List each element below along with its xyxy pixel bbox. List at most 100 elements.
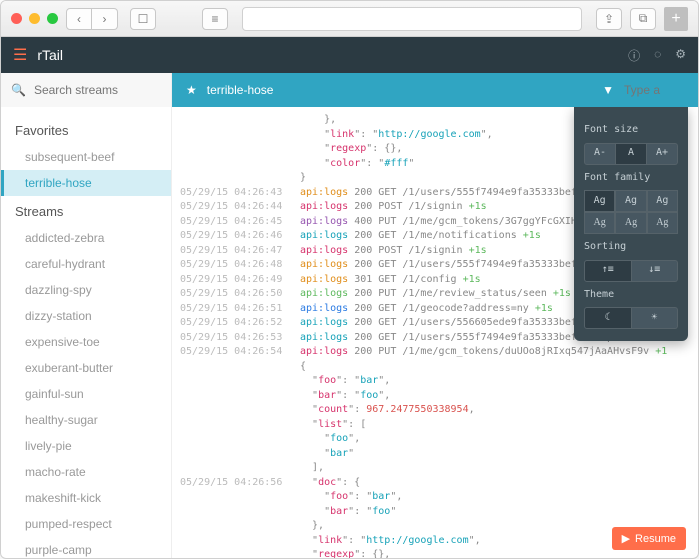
browser-window: ‹ › ☐ ≡ ⇪ ⧉ + ☰ rTail ⓘ ◌ ⚙ 🔍 ★ terrible… <box>0 0 699 559</box>
log-line: "foo", <box>172 432 698 447</box>
log-pane: }, "link": "http://google.com", "regexp"… <box>172 107 698 558</box>
sidebar-item-careful-hydrant[interactable]: careful-hydrant <box>1 251 171 277</box>
font-family-4[interactable]: Ag <box>615 212 646 234</box>
sort-desc-button[interactable]: ↓≡ <box>632 260 679 282</box>
font-size-A[interactable]: A <box>616 143 647 165</box>
log-timestamp <box>180 432 300 447</box>
github-icon[interactable]: ◌ <box>654 47 661 64</box>
font-size-A-[interactable]: A- <box>584 143 616 165</box>
sidebar-item-exuberant-butter[interactable]: exuberant-butter <box>1 355 171 381</box>
log-timestamp: 05/29/15 04:26:56 <box>180 476 300 491</box>
log-timestamp: 05/29/15 04:26:48 <box>180 258 300 273</box>
sidebar-item-macho-rate[interactable]: macho-rate <box>1 459 171 485</box>
log-message: "foo", <box>300 432 690 447</box>
sidebar-item-terrible-hose[interactable]: terrible-hose <box>1 170 171 196</box>
new-tab-button[interactable]: + <box>664 7 688 31</box>
log-line: 05/29/15 04:26:54api:logs 200 PUT /1/me/… <box>172 345 698 360</box>
log-line: "bar": "foo" <box>172 505 698 520</box>
log-timestamp: 05/29/15 04:26:44 <box>180 200 300 215</box>
log-timestamp <box>180 128 300 143</box>
brand-label: rTail <box>37 47 63 63</box>
menu-icon[interactable]: ☰ <box>13 45 27 65</box>
sub-header: 🔍 ★ terrible-hose ▼ <box>1 73 698 107</box>
star-icon[interactable]: ★ <box>186 83 197 97</box>
back-button[interactable]: ‹ <box>66 8 92 30</box>
log-timestamp <box>180 461 300 476</box>
log-timestamp: 05/29/15 04:26:50 <box>180 287 300 302</box>
log-line: { <box>172 360 698 375</box>
log-timestamp: 05/29/15 04:26:43 <box>180 186 300 201</box>
log-timestamp: 05/29/15 04:26:45 <box>180 215 300 230</box>
log-timestamp <box>180 403 300 418</box>
sidebar-toggle[interactable]: ☐ <box>130 8 156 30</box>
log-timestamp <box>180 157 300 172</box>
sort-asc-button[interactable]: ↑≡ <box>584 260 632 282</box>
forward-button[interactable]: › <box>92 8 118 30</box>
search-input[interactable] <box>34 83 161 97</box>
titlebar: ‹ › ☐ ≡ ⇪ ⧉ + <box>1 1 698 37</box>
tabs-button[interactable]: ⧉ <box>630 8 656 30</box>
sidebar-item-subsequent-beef[interactable]: subsequent-beef <box>1 144 171 170</box>
zoom-window[interactable] <box>47 13 58 24</box>
font-family-0[interactable]: Ag <box>584 190 615 212</box>
log-line: "count": 967.2477550338954, <box>172 403 698 418</box>
log-line: "list": [ <box>172 418 698 433</box>
log-timestamp <box>180 389 300 404</box>
log-timestamp <box>180 360 300 375</box>
log-timestamp <box>180 490 300 505</box>
sidebar-item-dazzling-spy[interactable]: dazzling-spy <box>1 277 171 303</box>
log-timestamp: 05/29/15 04:26:47 <box>180 244 300 259</box>
font-family-label: Font family <box>584 171 678 186</box>
minimize-window[interactable] <box>29 13 40 24</box>
sidebar: Favorites subsequent-beefterrible-hose S… <box>1 107 172 558</box>
url-bar[interactable] <box>242 7 582 31</box>
font-family-2[interactable]: Ag <box>647 190 678 212</box>
theme-dark-button[interactable]: ☾ <box>584 307 632 329</box>
log-message: "count": 967.2477550338954, <box>300 403 690 418</box>
font-family-1[interactable]: Ag <box>615 190 646 212</box>
log-line: "bar": "foo", <box>172 389 698 404</box>
log-timestamp: 05/29/15 04:26:52 <box>180 316 300 331</box>
sidebar-item-pumped-respect[interactable]: pumped-respect <box>1 511 171 537</box>
close-window[interactable] <box>11 13 22 24</box>
log-timestamp: 05/29/15 04:26:54 <box>180 345 300 360</box>
log-timestamp <box>180 519 300 534</box>
brand: ☰ rTail <box>13 45 63 65</box>
sidebar-item-expensive-toe[interactable]: expensive-toe <box>1 329 171 355</box>
log-line: "foo": "bar", <box>172 490 698 505</box>
sidebar-item-addicted-zebra[interactable]: addicted-zebra <box>1 225 171 251</box>
log-timestamp: 05/29/15 04:26:49 <box>180 273 300 288</box>
log-line: "bar" <box>172 447 698 462</box>
font-size-A+[interactable]: A+ <box>647 143 678 165</box>
theme-light-button[interactable]: ☀ <box>632 307 679 329</box>
log-timestamp <box>180 447 300 462</box>
search-box: 🔍 <box>1 73 172 107</box>
log-message: "foo": "bar", <box>300 374 690 389</box>
reader-button[interactable]: ≡ <box>202 8 228 30</box>
log-timestamp: 05/29/15 04:26:51 <box>180 302 300 317</box>
sidebar-item-healthy-sugar[interactable]: healthy-sugar <box>1 407 171 433</box>
sidebar-item-gainful-sun[interactable]: gainful-sun <box>1 381 171 407</box>
font-family-3[interactable]: Ag <box>584 212 615 234</box>
font-family-5[interactable]: Ag <box>647 212 678 234</box>
log-line: ], <box>172 461 698 476</box>
log-timestamp <box>180 548 300 558</box>
font-size-label: Font size <box>584 123 678 138</box>
sidebar-item-lively-pie[interactable]: lively-pie <box>1 433 171 459</box>
resume-button[interactable]: ▶ Resume <box>612 527 686 550</box>
info-icon[interactable]: ⓘ <box>628 47 640 64</box>
sidebar-item-dizzy-station[interactable]: dizzy-station <box>1 303 171 329</box>
filter-icon[interactable]: ▼ <box>602 83 614 97</box>
log-message: api:logs 200 PUT /1/me/gcm_tokens/duUOo8… <box>300 345 690 360</box>
settings-icon[interactable]: ⚙ <box>675 47 686 64</box>
sidebar-item-purple-camp[interactable]: purple-camp <box>1 537 171 558</box>
filter-input[interactable] <box>624 83 684 97</box>
log-timestamp <box>180 374 300 389</box>
sidebar-item-makeshift-kick[interactable]: makeshift-kick <box>1 485 171 511</box>
share-button[interactable]: ⇪ <box>596 8 622 30</box>
nav-buttons: ‹ › <box>66 8 118 30</box>
search-icon: 🔍 <box>11 83 26 97</box>
log-message: "bar" <box>300 447 690 462</box>
sorting-label: Sorting <box>584 240 678 255</box>
settings-panel: Font size A-AA+ Font family AgAgAgAgAgAg… <box>574 107 688 341</box>
